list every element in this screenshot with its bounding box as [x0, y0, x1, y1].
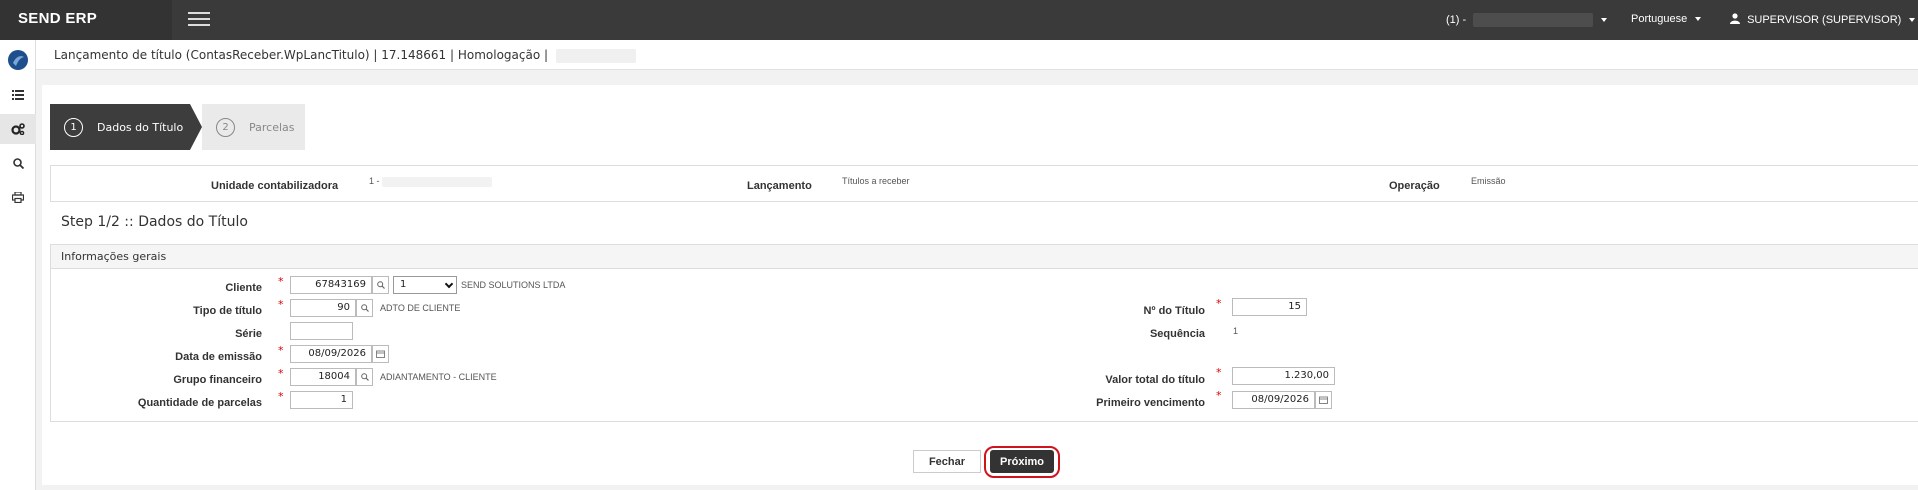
- lancamento-value: Títulos a receber: [842, 176, 910, 186]
- user-name: SUPERVISOR (SUPERVISOR): [1747, 14, 1902, 26]
- required-mark: *: [278, 390, 284, 403]
- unidade-label: Unidade contabilizadora: [211, 180, 339, 192]
- data-emissao-label: Data de emissão: [175, 351, 262, 363]
- required-mark: *: [278, 344, 284, 357]
- tipo-titulo-description: ADTO DE CLIENTE: [380, 303, 461, 313]
- chevron-down-icon: [444, 279, 454, 289]
- user-menu[interactable]: SUPERVISOR (SUPERVISOR): [1730, 13, 1916, 26]
- numero-titulo-input[interactable]: 15: [1232, 298, 1307, 316]
- required-mark: *: [1216, 297, 1222, 310]
- required-mark: *: [1216, 366, 1222, 379]
- sequencia-label: Sequência: [1149, 328, 1205, 340]
- primeiro-vencimento-label: Primeiro vencimento: [1096, 397, 1205, 409]
- company-selector[interactable]: (1) -: [1446, 13, 1608, 27]
- breadcrumb-text: Lançamento de título (ContasReceber.WpLa…: [54, 48, 549, 62]
- quantidade-parcelas-input[interactable]: 1: [290, 391, 353, 409]
- required-mark: *: [278, 298, 284, 311]
- panel-title: Informações gerais: [51, 245, 1918, 269]
- user-icon: [1730, 13, 1740, 24]
- valor-total-label: Valor total do título: [1105, 374, 1205, 386]
- chevron-down-icon: [1695, 17, 1702, 22]
- wizard-step-1[interactable]: 1 Dados do Título: [50, 104, 190, 150]
- close-button[interactable]: Fechar: [913, 450, 981, 473]
- valor-total-input[interactable]: 1.230,00: [1232, 367, 1335, 385]
- sidebar: [0, 40, 36, 490]
- step-number: 2: [216, 117, 235, 137]
- sequencia-value: 1: [1233, 326, 1239, 336]
- app-logo-icon[interactable]: [0, 44, 36, 76]
- grupo-financeiro-search-button[interactable]: [356, 368, 373, 386]
- serie-label: Série: [235, 328, 262, 340]
- redacted-environment: [555, 48, 636, 63]
- step-label: Parcelas: [249, 120, 295, 134]
- grupo-financeiro-input[interactable]: 18004: [290, 368, 356, 386]
- operacao-value: Emissão: [1471, 176, 1506, 186]
- grupo-financeiro-label: Grupo financeiro: [173, 374, 262, 386]
- select-value: 1: [400, 279, 407, 290]
- gears-icon[interactable]: [0, 114, 36, 144]
- unidade-value: 1 -: [369, 176, 493, 187]
- required-mark: *: [1216, 389, 1222, 402]
- operacao-label: Operação: [1389, 180, 1440, 192]
- cliente-search-button[interactable]: [372, 276, 389, 294]
- top-bar: SEND ERP (1) - Portuguese SUPERVISOR (SU…: [0, 0, 1918, 40]
- tipo-titulo-label: Tipo de título: [193, 305, 262, 317]
- menu-toggle-icon[interactable]: [188, 12, 210, 28]
- required-mark: *: [278, 367, 284, 380]
- brand-logo[interactable]: SEND ERP: [18, 10, 97, 27]
- data-emissao-calendar-button[interactable]: [372, 345, 389, 363]
- next-button[interactable]: Próximo: [990, 450, 1054, 473]
- cliente-description: SEND SOLUTIONS LTDA: [461, 280, 566, 290]
- serie-input[interactable]: [290, 322, 353, 340]
- search-icon: [376, 281, 385, 289]
- language-label: Portuguese: [1631, 13, 1688, 25]
- language-selector[interactable]: Portuguese: [1631, 13, 1702, 25]
- step-title: Step 1/2 :: Dados do Título: [61, 214, 248, 230]
- primeiro-vencimento-calendar-button[interactable]: [1315, 391, 1332, 409]
- primeiro-vencimento-input[interactable]: 08/09/2026: [1232, 391, 1315, 409]
- data-emissao-input[interactable]: 08/09/2026: [290, 345, 372, 363]
- summary-strip: Unidade contabilizadora 1 - Lançamento T…: [50, 165, 1918, 202]
- step-number: 1: [64, 117, 83, 137]
- cliente-code-input[interactable]: 67843169: [290, 276, 372, 294]
- step-label: Dados do Título: [97, 120, 184, 134]
- search-icon: [360, 304, 369, 312]
- redacted-company: [1473, 13, 1594, 27]
- cliente-label: Cliente: [225, 282, 262, 294]
- calendar-icon: [1319, 396, 1328, 404]
- numero-titulo-label: Nº do Título: [1143, 305, 1205, 317]
- lancamento-label: Lançamento: [747, 180, 812, 192]
- chevron-down-icon: [1909, 18, 1916, 23]
- print-icon[interactable]: [0, 182, 36, 212]
- required-mark: *: [278, 275, 284, 288]
- tipo-titulo-search-button[interactable]: [356, 299, 373, 317]
- chevron-down-icon: [1601, 18, 1608, 22]
- search-icon[interactable]: [0, 148, 36, 178]
- calendar-icon: [376, 350, 385, 358]
- step-arrow: [190, 104, 202, 150]
- list-icon[interactable]: [0, 80, 36, 110]
- grupo-financeiro-description: ADIANTAMENTO - CLIENTE: [380, 372, 497, 382]
- cliente-branch-select[interactable]: 1: [393, 276, 457, 294]
- search-icon: [360, 373, 369, 381]
- quantidade-parcelas-label: Quantidade de parcelas: [137, 397, 262, 409]
- tipo-titulo-input[interactable]: 90: [290, 299, 356, 317]
- wizard-step-2[interactable]: 2 Parcelas: [202, 104, 305, 150]
- redacted-unidade: [382, 176, 493, 187]
- company-prefix: (1) -: [1446, 13, 1467, 26]
- page-breadcrumb: Lançamento de título (ContasReceber.WpLa…: [36, 40, 1918, 70]
